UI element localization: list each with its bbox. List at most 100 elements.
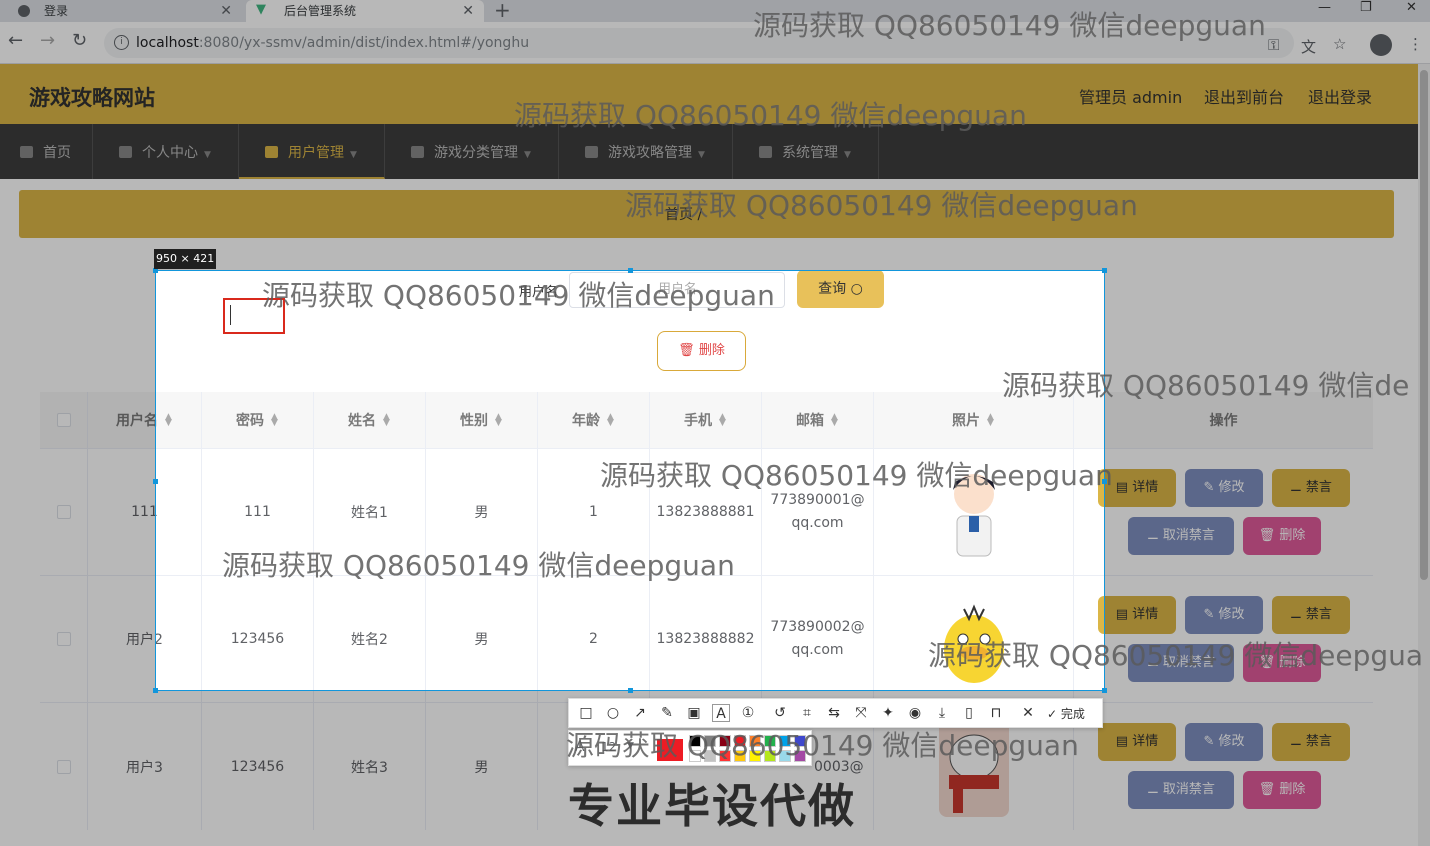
- reload-icon[interactable]: ↻: [72, 30, 87, 51]
- translate-icon[interactable]: 文: [1301, 36, 1316, 57]
- col-password[interactable]: 密码 ▲ ▼: [202, 392, 314, 448]
- delete-button[interactable]: 🗑 删除: [1243, 771, 1321, 809]
- breadcrumb-text[interactable]: 首页 /: [665, 204, 702, 224]
- download-icon[interactable]: ⤓: [933, 704, 951, 722]
- row-checkbox[interactable]: [56, 759, 71, 774]
- close-tab-icon[interactable]: ✕: [220, 0, 232, 22]
- restore-icon[interactable]: ❐: [1360, 0, 1372, 15]
- ban-button[interactable]: ⚊ 禁言: [1272, 596, 1350, 634]
- unban-button[interactable]: ⚊ 取消禁言: [1128, 644, 1234, 682]
- col-email[interactable]: 邮箱 ▲ ▼: [762, 392, 874, 448]
- ocr-icon[interactable]: ⌗: [798, 704, 816, 722]
- delete-button[interactable]: 🗑 删除: [1243, 517, 1321, 555]
- profile-avatar-icon[interactable]: [1370, 34, 1392, 56]
- color-swatch[interactable]: [704, 735, 716, 747]
- color-swatch[interactable]: [749, 750, 761, 762]
- tab-admin[interactable]: ▼ 后台管理系统 ✕: [246, 0, 484, 22]
- back-to-front-link[interactable]: 退出到前台: [1204, 84, 1284, 108]
- select-all-checkbox[interactable]: [56, 413, 71, 427]
- bookmark-star-icon[interactable]: ☆: [1333, 35, 1346, 53]
- translate-tool-icon[interactable]: ⇆: [825, 704, 843, 722]
- sort-icon[interactable]: ▲ ▼: [494, 413, 503, 428]
- tab-login[interactable]: 登录 ✕: [6, 0, 242, 22]
- menu-item-game-guide[interactable]: 游戏攻略管理 ▼: [559, 124, 733, 179]
- font-size-select[interactable]: 12: [601, 740, 616, 754]
- col-age[interactable]: 年龄 ▲ ▼: [538, 392, 650, 448]
- menu-item-users[interactable]: 用户管理 ▼: [239, 124, 385, 179]
- menu-item-home[interactable]: 首页: [0, 124, 93, 179]
- rectangle-tool-icon[interactable]: □: [577, 704, 595, 722]
- sort-icon[interactable]: ▲ ▼: [382, 413, 391, 428]
- query-button[interactable]: 查询 ○: [797, 270, 884, 308]
- color-swatch[interactable]: [734, 750, 746, 762]
- back-icon[interactable]: ←: [8, 30, 23, 51]
- chevron-down-icon[interactable]: ▼: [627, 741, 634, 751]
- scrollbar-thumb[interactable]: [1420, 70, 1428, 580]
- color-swatch[interactable]: [689, 735, 701, 747]
- forward-icon[interactable]: →: [40, 30, 55, 51]
- pen-tool-icon[interactable]: ✎: [658, 704, 676, 722]
- record-icon[interactable]: ◉: [906, 704, 924, 722]
- menu-item-system[interactable]: 系统管理 ▼: [733, 124, 879, 179]
- color-swatch[interactable]: [704, 750, 716, 762]
- sort-icon[interactable]: ▲ ▼: [270, 413, 279, 428]
- mosaic-tool-icon[interactable]: ▣: [685, 704, 703, 722]
- text-tool-icon[interactable]: A: [712, 704, 730, 722]
- color-swatch[interactable]: [749, 735, 761, 747]
- undo-icon[interactable]: ↺: [771, 704, 789, 722]
- long-capture-icon[interactable]: ⤧: [852, 704, 870, 722]
- col-phone[interactable]: 手机 ▲ ▼: [650, 392, 762, 448]
- sort-icon[interactable]: ▲ ▼: [606, 413, 615, 428]
- unban-button[interactable]: ⚊ 取消禁言: [1128, 517, 1234, 555]
- sort-icon[interactable]: ▲ ▼: [830, 413, 839, 428]
- edit-button[interactable]: ✎ 修改: [1185, 469, 1263, 507]
- color-swatch[interactable]: [794, 735, 806, 747]
- username-search-input[interactable]: 用户名: [569, 272, 785, 308]
- resize-handle[interactable]: [1102, 268, 1107, 273]
- close-window-icon[interactable]: ✕: [1406, 0, 1417, 15]
- unban-button[interactable]: ⚊ 取消禁言: [1128, 771, 1234, 809]
- menu-dots-icon[interactable]: ⋮: [1408, 35, 1423, 53]
- col-name[interactable]: 姓名 ▲ ▼: [314, 392, 426, 448]
- close-tab-icon[interactable]: ✕: [462, 0, 474, 22]
- url-field[interactable]: i localhost:8080/yx-ssmv/admin/dist/inde…: [104, 28, 1294, 58]
- number-tool-icon[interactable]: ①: [739, 704, 757, 722]
- col-gender[interactable]: 性别 ▲ ▼: [426, 392, 538, 448]
- detail-button[interactable]: ▤ 详情: [1098, 596, 1176, 634]
- sort-icon[interactable]: ▲ ▼: [986, 413, 995, 428]
- edit-button[interactable]: ✎ 修改: [1185, 596, 1263, 634]
- col-username[interactable]: 用户名 ▲ ▼: [88, 392, 202, 448]
- menu-item-profile[interactable]: 个人中心 ▼: [93, 124, 239, 179]
- detail-button[interactable]: ▤ 详情: [1098, 469, 1176, 507]
- logout-link[interactable]: 退出登录: [1308, 84, 1372, 108]
- annotation-text-box[interactable]: [223, 298, 285, 334]
- color-swatch[interactable]: [779, 750, 791, 762]
- color-swatch[interactable]: [764, 750, 776, 762]
- minimize-icon[interactable]: —: [1318, 0, 1331, 15]
- col-photo[interactable]: 照片 ▲ ▼: [874, 392, 1074, 448]
- menu-item-game-category[interactable]: 游戏分类管理 ▼: [385, 124, 559, 179]
- sort-icon[interactable]: ▲ ▼: [718, 413, 727, 428]
- edit-button[interactable]: ✎ 修改: [1185, 723, 1263, 761]
- done-button[interactable]: ✓ 完成: [1047, 705, 1085, 722]
- pin-icon[interactable]: ✦: [879, 704, 897, 722]
- color-swatch[interactable]: [734, 735, 746, 747]
- delete-button[interactable]: 🗑 删除: [1243, 644, 1321, 682]
- info-icon[interactable]: i: [114, 35, 129, 50]
- page-scrollbar[interactable]: [1418, 64, 1430, 846]
- bookmark-icon[interactable]: ⊓: [987, 704, 1005, 722]
- color-swatch[interactable]: [779, 735, 791, 747]
- color-swatch[interactable]: [719, 735, 731, 747]
- row-checkbox[interactable]: [56, 632, 71, 646]
- ellipse-tool-icon[interactable]: ○: [604, 704, 622, 722]
- ban-button[interactable]: ⚊ 禁言: [1272, 469, 1350, 507]
- arrow-tool-icon[interactable]: ↗: [631, 704, 649, 722]
- sort-icon[interactable]: ▲ ▼: [164, 413, 173, 428]
- batch-delete-button[interactable]: 🗑 删除: [657, 331, 746, 371]
- new-tab-icon[interactable]: +: [494, 0, 511, 22]
- color-swatch[interactable]: [719, 750, 731, 762]
- color-swatch[interactable]: [764, 735, 776, 747]
- phone-icon[interactable]: ▯: [960, 704, 978, 722]
- ban-button[interactable]: ⚊ 禁言: [1272, 723, 1350, 761]
- cancel-icon[interactable]: ✕: [1019, 704, 1037, 722]
